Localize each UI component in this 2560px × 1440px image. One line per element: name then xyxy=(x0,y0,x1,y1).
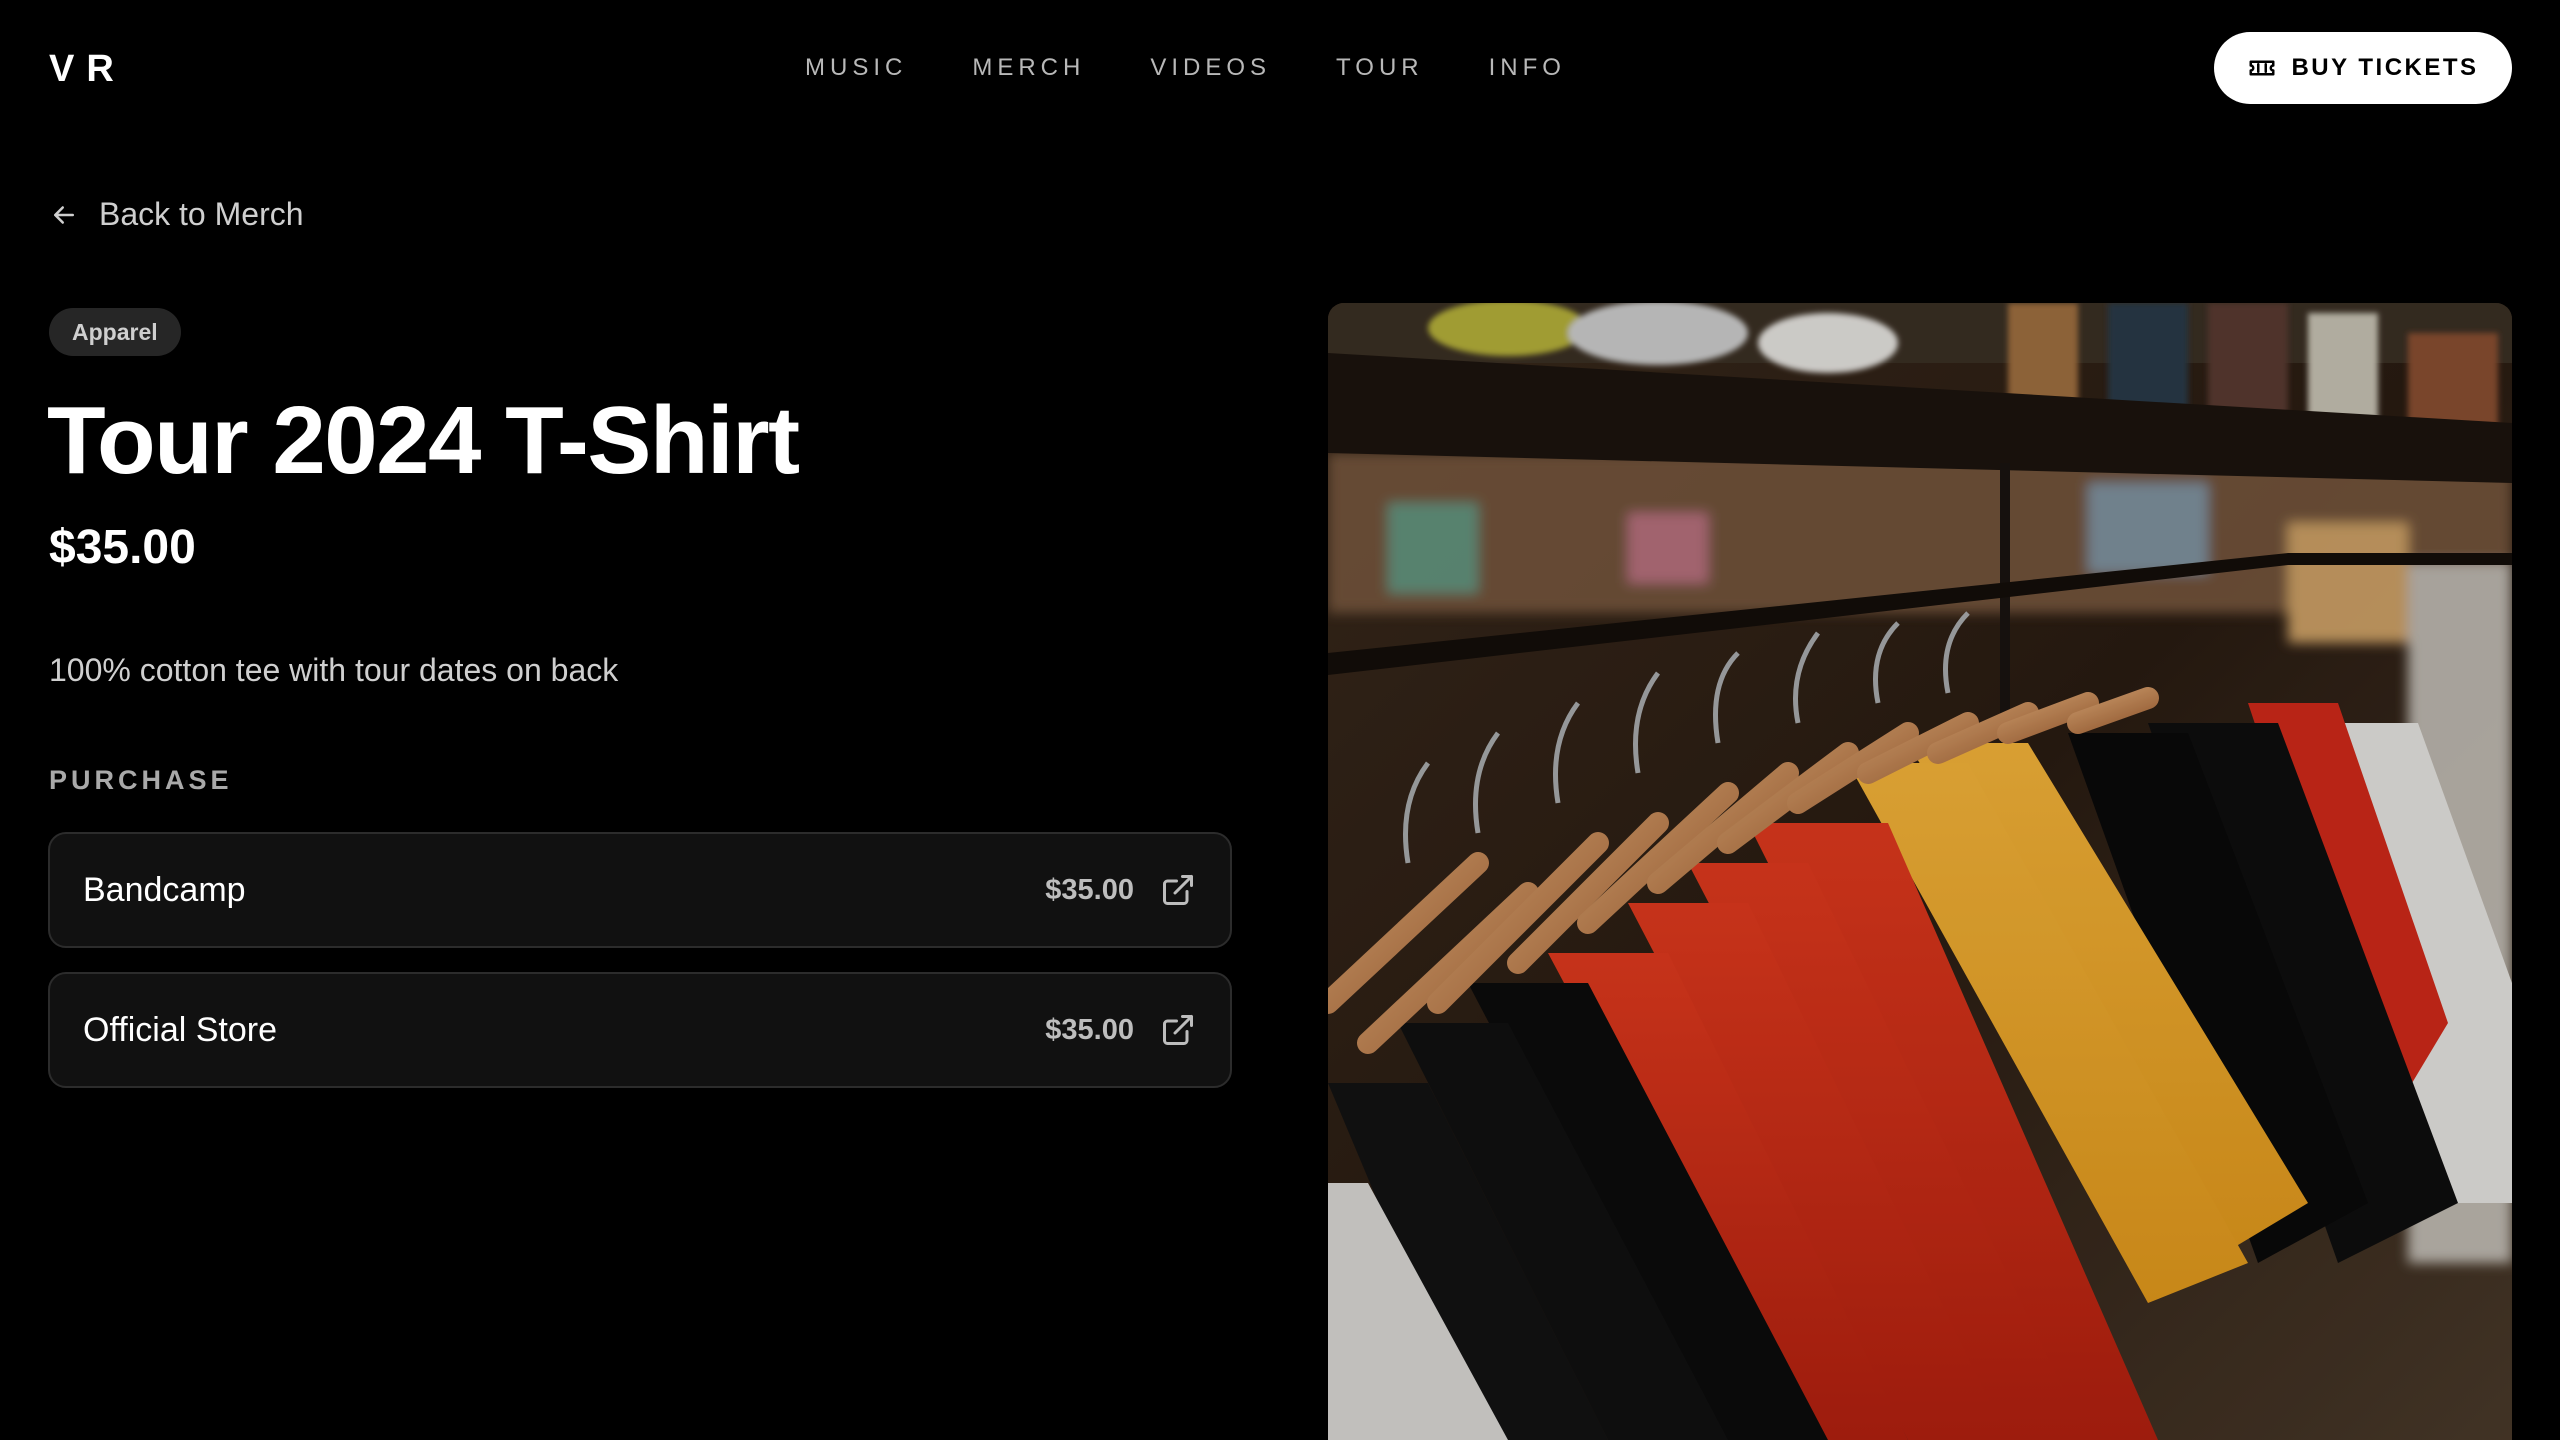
store-option-official-store[interactable]: Official Store $35.00 xyxy=(48,972,1232,1088)
store-name: Official Store xyxy=(83,1011,278,1049)
product-image xyxy=(1328,303,2512,1440)
nav-item-videos[interactable]: VIDEOS xyxy=(1150,54,1271,82)
store-price: $35.00 xyxy=(1045,874,1134,906)
main-nav: MUSIC MERCH VIDEOS TOUR INFO xyxy=(805,54,1566,82)
purchase-section-label: PURCHASE xyxy=(49,765,233,795)
store-price: $35.00 xyxy=(1045,1014,1134,1046)
back-to-merch-link[interactable]: Back to Merch xyxy=(49,196,304,233)
site-header: VR MUSIC MERCH VIDEOS TOUR INFO BUY TICK… xyxy=(0,0,2560,136)
category-badge: Apparel xyxy=(49,308,181,356)
product-description: 100% cotton tee with tour dates on back xyxy=(49,652,619,688)
nav-item-tour[interactable]: TOUR xyxy=(1336,54,1424,82)
buy-tickets-button[interactable]: BUY TICKETS xyxy=(2214,32,2512,104)
store-option-bandcamp[interactable]: Bandcamp $35.00 xyxy=(48,832,1232,948)
nav-item-music[interactable]: MUSIC xyxy=(805,54,907,82)
product-price: $35.00 xyxy=(49,521,196,574)
site-logo[interactable]: VR xyxy=(49,48,126,91)
external-link-icon xyxy=(1163,1015,1193,1045)
ticket-icon xyxy=(2249,60,2275,76)
nav-item-merch[interactable]: MERCH xyxy=(972,54,1085,82)
product-title: Tour 2024 T-Shirt xyxy=(47,387,800,494)
arrow-left-icon xyxy=(54,205,74,224)
nav-item-info[interactable]: INFO xyxy=(1489,54,1566,82)
back-link-label: Back to Merch xyxy=(99,196,304,232)
buy-tickets-label: BUY TICKETS xyxy=(2291,54,2479,81)
store-name: Bandcamp xyxy=(83,871,246,909)
external-link-icon xyxy=(1163,875,1193,905)
